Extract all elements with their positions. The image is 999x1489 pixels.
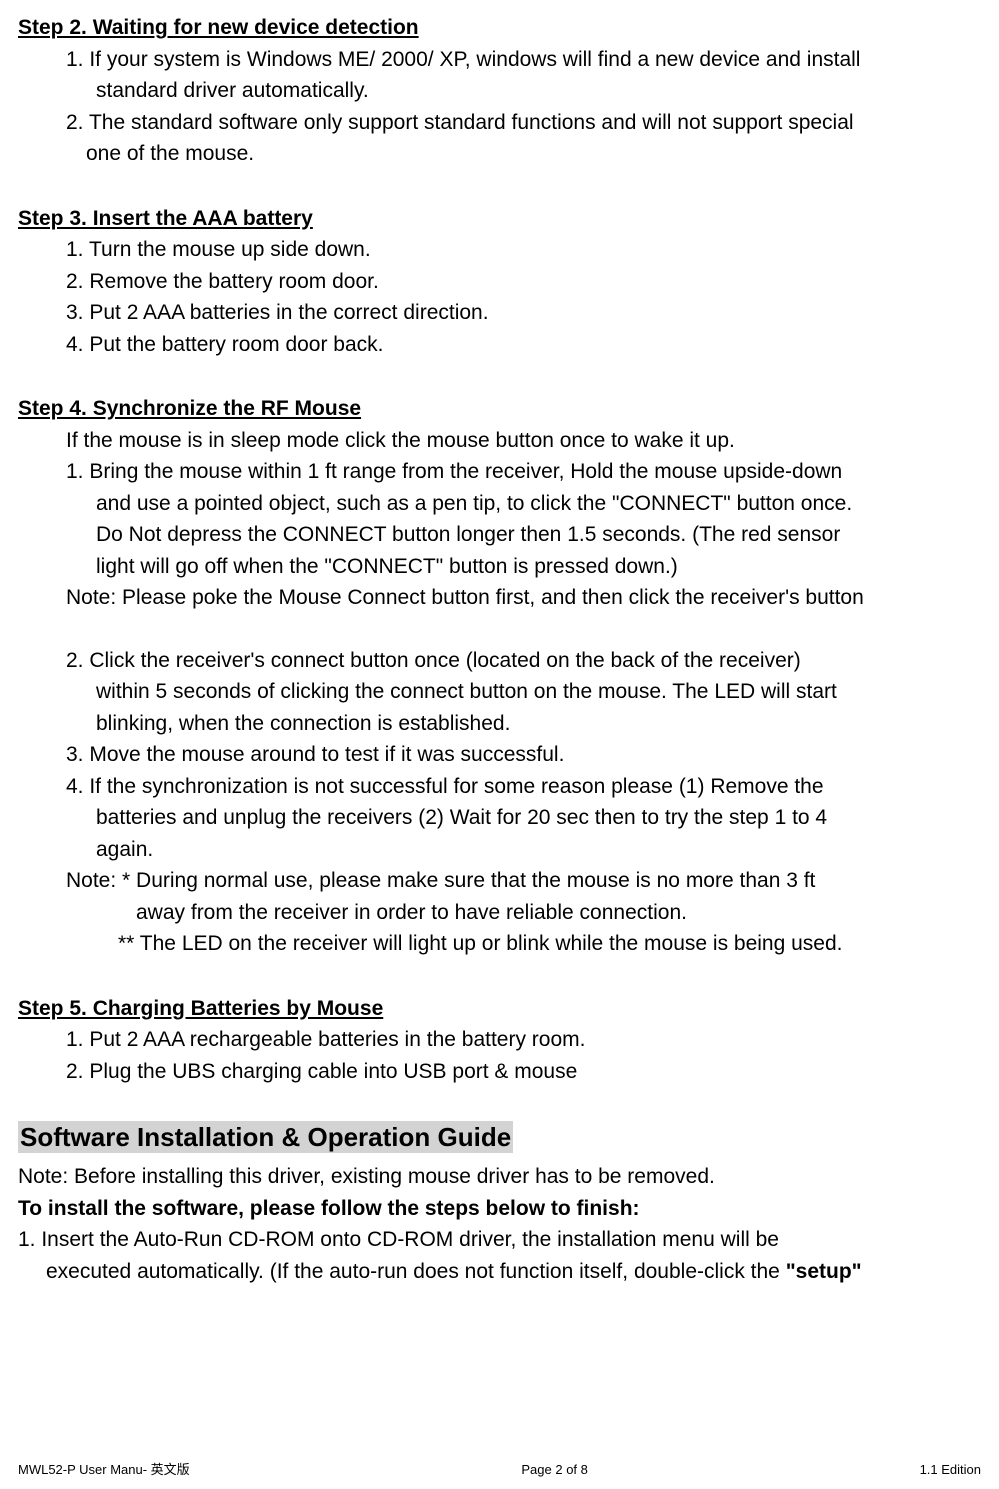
step4-note2-line1: Note: * During normal use, please make s…	[18, 865, 981, 897]
step4-item3: 3. Move the mouse around to test if it w…	[18, 739, 981, 771]
step4-item2-line3: blinking, when the connection is establi…	[18, 708, 981, 740]
step4-item4-line2: batteries and unplug the receivers (2) W…	[18, 802, 981, 834]
step4-heading: Step 4. Synchronize the RF Mouse	[18, 393, 981, 425]
step3-item1: 1. Turn the mouse up side down.	[18, 234, 981, 266]
step4-item4-line3: again.	[18, 834, 981, 866]
step4-item1-line1: 1. Bring the mouse within 1 ft range fro…	[18, 456, 981, 488]
step2-item2-line1: 2. The standard software only support st…	[18, 107, 981, 139]
step5-item2: 2. Plug the UBS charging cable into USB …	[18, 1056, 981, 1088]
software-item1-line2: executed automatically. (If the auto-run…	[18, 1256, 981, 1288]
step3-item2: 2. Remove the battery room door.	[18, 266, 981, 298]
step3-item4: 4. Put the battery room door back.	[18, 329, 981, 361]
step4-item2-line2: within 5 seconds of clicking the connect…	[18, 676, 981, 708]
step2-item1-line2: standard driver automatically.	[18, 75, 981, 107]
software-heading: Software Installation & Operation Guide	[18, 1121, 513, 1153]
step5-item1: 1. Put 2 AAA rechargeable batteries in t…	[18, 1024, 981, 1056]
step3-heading: Step 3. Insert the AAA battery	[18, 203, 981, 235]
step4-note2-line3: ** The LED on the receiver will light up…	[18, 928, 981, 960]
step4-intro: If the mouse is in sleep mode click the …	[18, 425, 981, 457]
step4-item1-line4: light will go off when the "CONNECT" but…	[18, 551, 981, 583]
step4-note2-line2: away from the receiver in order to have …	[18, 897, 981, 929]
software-item1-line2-a: executed automatically. (If the auto-run…	[46, 1260, 786, 1283]
step4-item2-line1: 2. Click the receiver's connect button o…	[18, 645, 981, 677]
step2-item2-line2: one of the mouse.	[18, 138, 981, 170]
step2-heading: Step 2. Waiting for new device detection	[18, 12, 981, 44]
software-note: Note: Before installing this driver, exi…	[18, 1161, 981, 1193]
footer-right: 1.1 Edition	[920, 1460, 981, 1480]
step5-heading: Step 5. Charging Batteries by Mouse	[18, 993, 981, 1025]
footer-left: MWL52-P User Manu- 英文版	[18, 1460, 190, 1480]
software-item1-line1: 1. Insert the Auto-Run CD-ROM onto CD-RO…	[18, 1224, 981, 1256]
step3-item3: 3. Put 2 AAA batteries in the correct di…	[18, 297, 981, 329]
step2-item1-line1: 1. If your system is Windows ME/ 2000/ X…	[18, 44, 981, 76]
step4-item4-line1: 4. If the synchronization is not success…	[18, 771, 981, 803]
page-footer: MWL52-P User Manu- 英文版 Page 2 of 8 1.1 E…	[0, 1460, 999, 1480]
step4-item1-line3: Do Not depress the CONNECT button longer…	[18, 519, 981, 551]
step4-note1: Note: Please poke the Mouse Connect butt…	[18, 582, 981, 614]
footer-center: Page 2 of 8	[521, 1460, 588, 1480]
software-install-heading: To install the software, please follow t…	[18, 1193, 981, 1225]
software-item1-line2-b: "setup"	[786, 1260, 862, 1283]
step4-item1-line2: and use a pointed object, such as a pen …	[18, 488, 981, 520]
